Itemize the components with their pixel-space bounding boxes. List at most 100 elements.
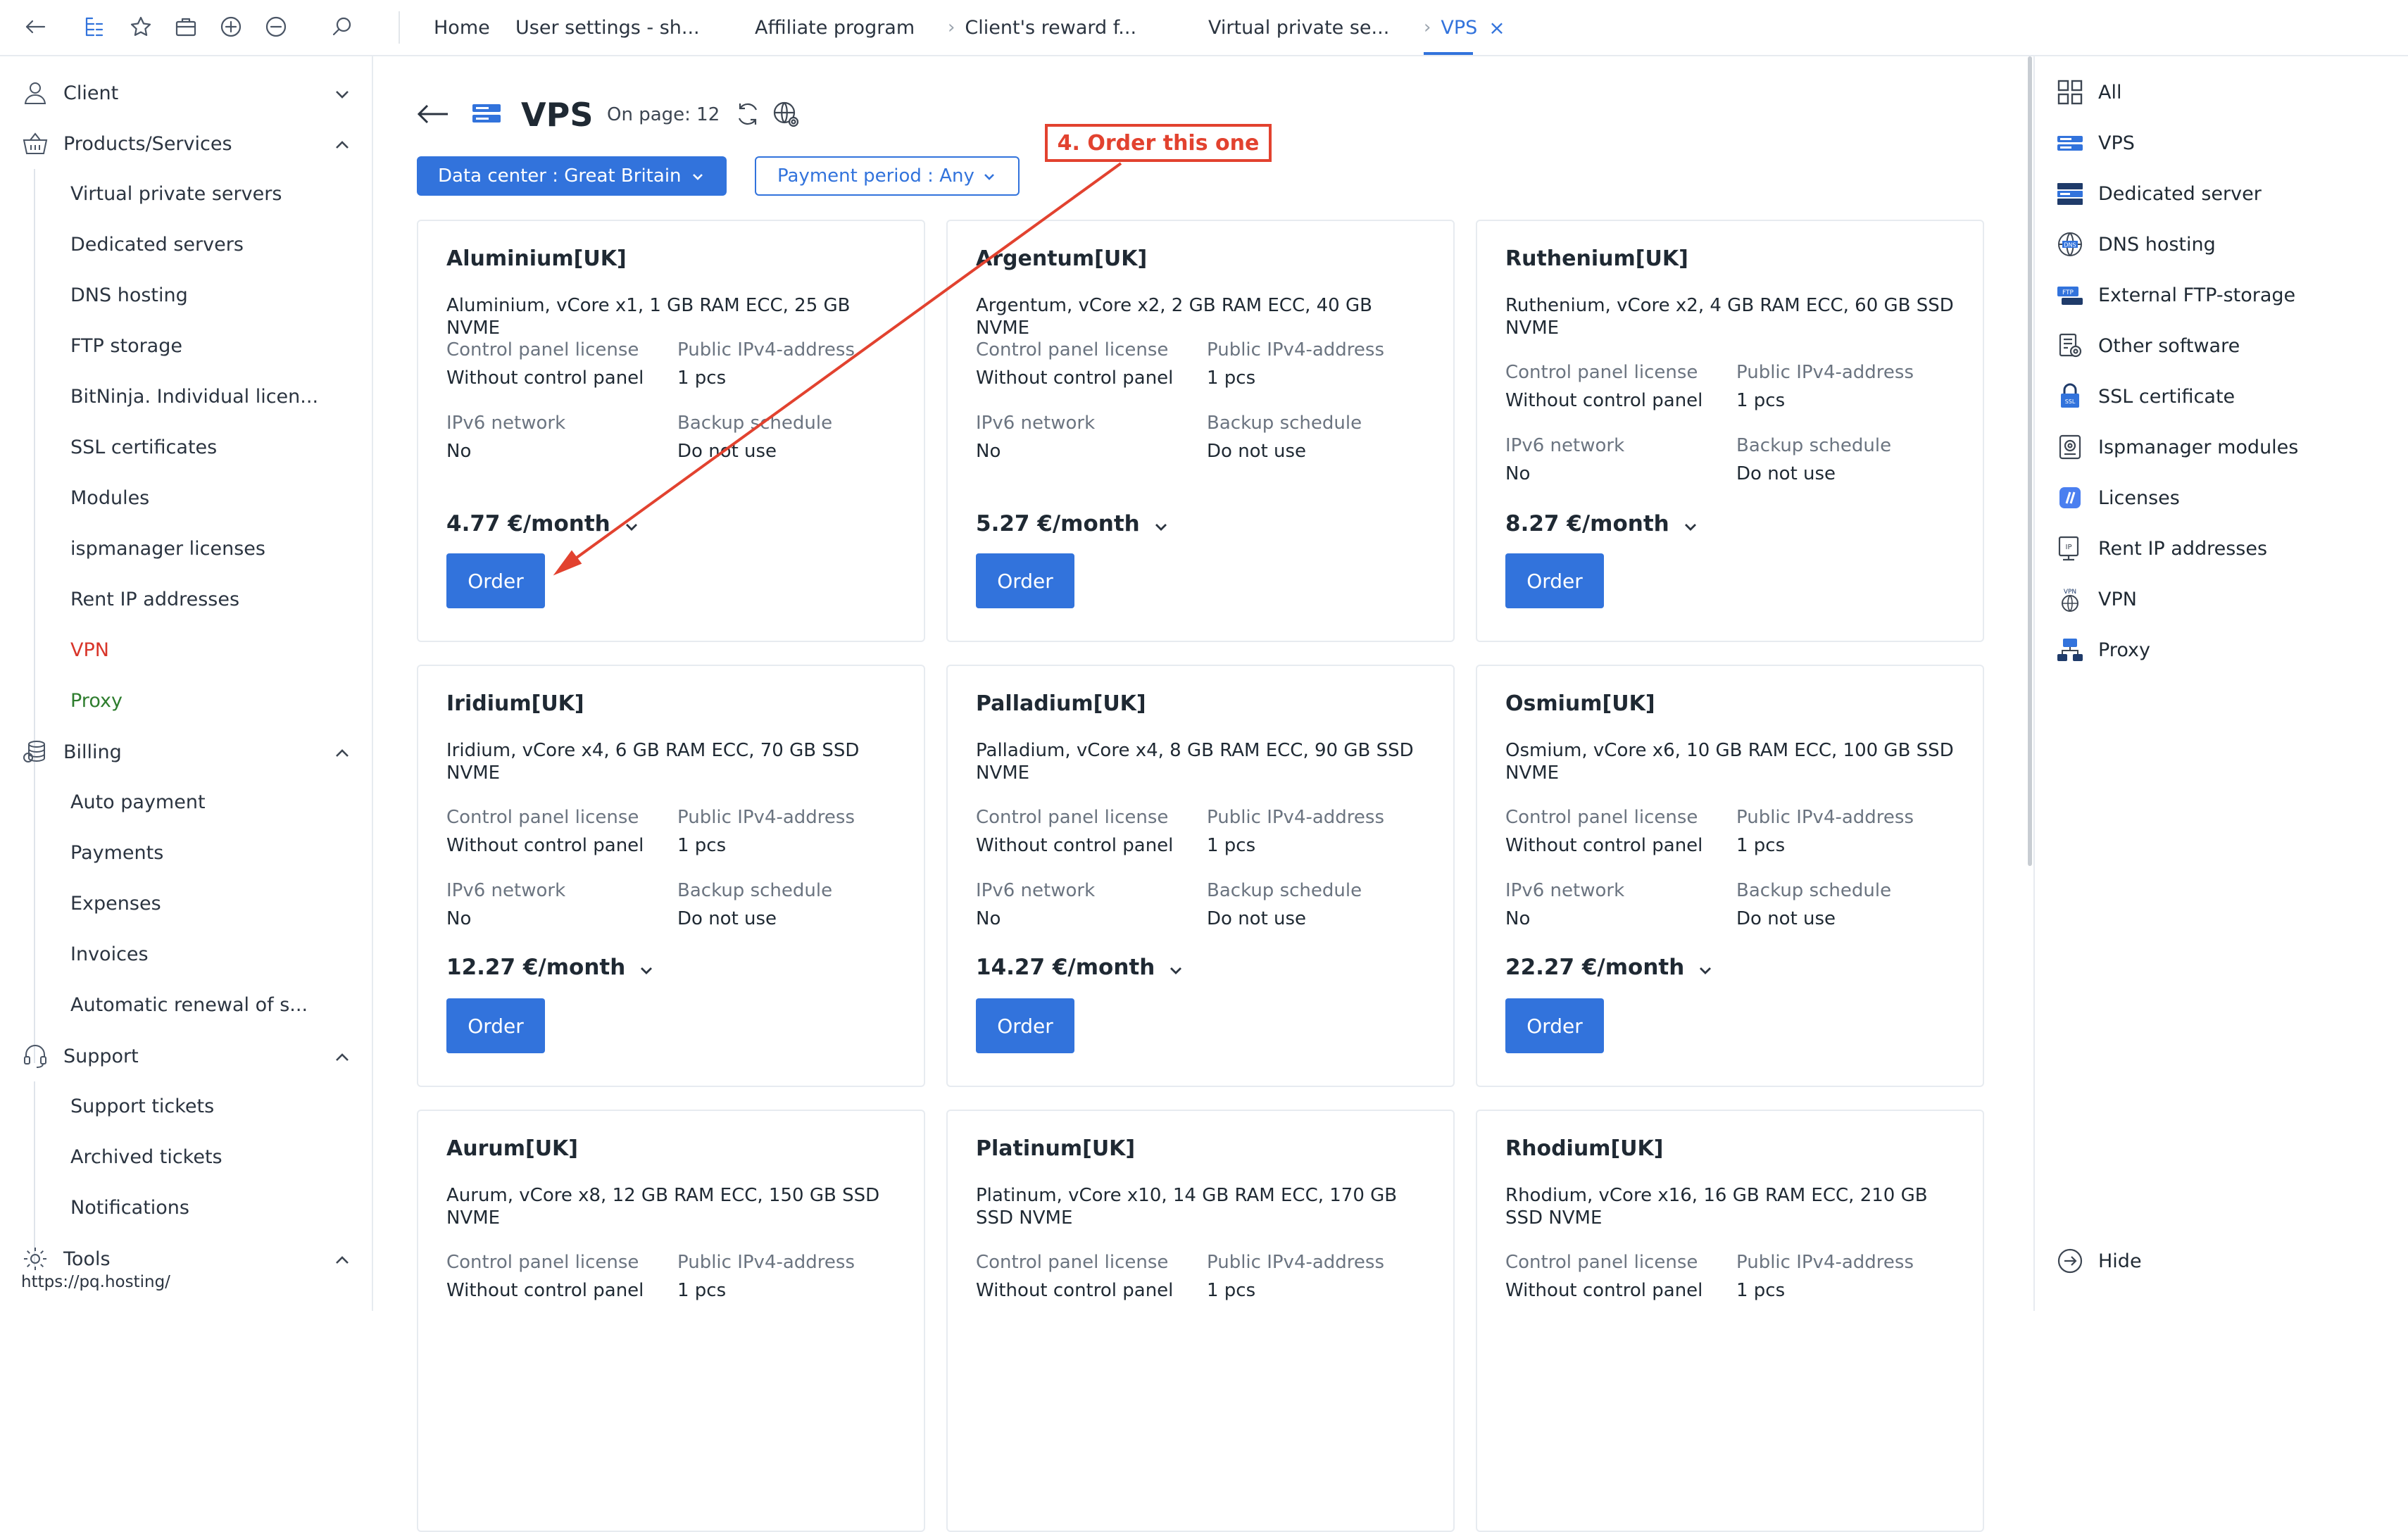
category-ssl-certificate[interactable]: SSL SSL certificate — [2056, 379, 2235, 414]
field-value: Do not use — [1736, 463, 1836, 484]
sidebar-item-ssl-certificates[interactable]: SSL certificates — [70, 429, 217, 465]
price-selector[interactable]: 14.27 €/month — [976, 955, 1184, 980]
tree-icon[interactable] — [77, 10, 111, 44]
field-label: IPv6 network — [976, 880, 1096, 901]
field-value: 1 pcs — [1207, 368, 1256, 389]
sidebar-item-expenses[interactable]: Expenses — [70, 886, 161, 921]
annotation-label: 4. Order this one — [1045, 124, 1272, 162]
tariff-description: Iridium, vCore x4, 6 GB RAM ECC, 70 GB S… — [446, 740, 860, 784]
chevron-down-icon[interactable] — [332, 84, 352, 104]
tab-clients-reward[interactable]: › Client's reward f... — [948, 0, 1136, 55]
chevron-up-icon[interactable] — [332, 1048, 352, 1067]
category-proxy[interactable]: Proxy — [2056, 632, 2150, 667]
tab-virtual-private-servers[interactable]: Virtual private se... — [1208, 0, 1389, 55]
active-tab-underline — [1424, 52, 1473, 55]
field-value: 1 pcs — [677, 368, 727, 389]
sidebar-item-invoices[interactable]: Invoices — [70, 936, 149, 972]
sidebar-item-rent-ip[interactable]: Rent IP addresses — [70, 582, 239, 617]
field-value: No — [1505, 463, 1531, 484]
field-label: Public IPv4-address — [677, 807, 855, 828]
briefcase-icon[interactable] — [169, 10, 203, 44]
category-dedicated-server[interactable]: Dedicated server — [2056, 176, 2262, 211]
tab-user-settings[interactable]: User settings - sh... — [515, 0, 700, 55]
page-title: VPS — [521, 96, 594, 134]
sidebar-section-billing[interactable]: Billing — [21, 732, 352, 772]
sidebar-item-proxy[interactable]: Proxy — [70, 683, 123, 718]
top-toolbar: Home User settings - sh... Affiliate pro… — [0, 0, 2408, 56]
field-label: Public IPv4-address — [1207, 1252, 1385, 1273]
headset-icon — [24, 1045, 46, 1068]
sidebar-section-support[interactable]: Support — [21, 1036, 352, 1076]
price-selector[interactable]: 22.27 €/month — [1505, 955, 1714, 980]
refresh-icon[interactable] — [734, 100, 762, 128]
tab-vps[interactable]: › VPS × — [1424, 0, 1505, 55]
remove-icon[interactable] — [259, 10, 293, 44]
scrollbar[interactable] — [2028, 56, 2032, 866]
tariff-description: Osmium, vCore x6, 10 GB RAM ECC, 100 GB … — [1505, 740, 1954, 784]
back-icon[interactable] — [18, 10, 52, 44]
back-arrow-icon[interactable] — [415, 101, 451, 127]
sidebar-item-modules[interactable]: Modules — [70, 480, 149, 515]
price-selector[interactable]: 12.27 €/month — [446, 955, 655, 980]
category-ispmanager-modules[interactable]: Ispmanager modules — [2056, 429, 2298, 465]
field-label: Control panel license — [976, 807, 1169, 828]
order-button[interactable]: Order — [1505, 553, 1604, 608]
tariff-card: Platinum[UK] Platinum, vCore x10, 14 GB … — [946, 1110, 1455, 1532]
sidebar-item-automatic-renewal[interactable]: Automatic renewal of s... — [70, 987, 308, 1022]
order-button[interactable]: Order — [1505, 998, 1604, 1053]
order-button[interactable]: Order — [446, 553, 545, 608]
category-rent-ip[interactable]: IP Rent IP addresses — [2056, 531, 2267, 566]
add-icon[interactable] — [214, 10, 248, 44]
price-selector[interactable]: 4.77 €/month — [446, 511, 640, 536]
sidebar-item-dedicated-servers[interactable]: Dedicated servers — [70, 227, 244, 262]
star-icon[interactable] — [124, 10, 158, 44]
sidebar-section-products[interactable]: Products/Services — [21, 124, 352, 163]
category-dns-hosting[interactable]: DNS DNS hosting — [2056, 227, 2216, 262]
price-selector[interactable]: 5.27 €/month — [976, 511, 1169, 536]
sidebar-item-bitninja[interactable]: BitNinja. Individual licen... — [70, 379, 318, 414]
sidebar-item-dns-hosting[interactable]: DNS hosting — [70, 277, 188, 313]
order-button[interactable]: Order — [446, 998, 545, 1053]
collapse-arrow-icon — [2056, 1247, 2084, 1275]
close-tab-icon[interactable]: × — [1488, 16, 1505, 39]
category-all[interactable]: All — [2056, 75, 2121, 110]
category-external-ftp[interactable]: FTP External FTP-storage — [2056, 277, 2295, 313]
sidebar-item-vpn[interactable]: VPN — [70, 632, 109, 667]
category-vps[interactable]: VPS — [2056, 125, 2135, 161]
sidebar-item-archived-tickets[interactable]: Archived tickets — [70, 1139, 222, 1174]
tab-home[interactable]: Home — [434, 0, 490, 55]
tab-affiliate-program[interactable]: Affiliate program — [755, 0, 915, 55]
chevron-up-icon[interactable] — [332, 743, 352, 763]
datacenter-filter[interactable]: Data center : Great Britain — [417, 156, 727, 196]
category-licenses[interactable]: Licenses — [2056, 480, 2180, 515]
basket-icon — [23, 132, 48, 154]
category-vpn[interactable]: VPN VPN — [2056, 582, 2137, 617]
sidebar-item-auto-payment[interactable]: Auto payment — [70, 784, 206, 820]
category-other-software[interactable]: Other software — [2056, 328, 2240, 363]
field-value: No — [976, 441, 1001, 462]
items-per-page[interactable]: On page: 12 — [607, 104, 720, 125]
hide-panel-button[interactable]: Hide — [2056, 1243, 2142, 1279]
main-content: VPS On page: 12 Data center : Great Brit… — [373, 56, 2028, 1532]
order-button[interactable]: Order — [976, 553, 1074, 608]
chevron-up-icon[interactable] — [332, 135, 352, 155]
order-button[interactable]: Order — [976, 998, 1074, 1053]
dns-icon: DNS — [2056, 230, 2084, 258]
sidebar-item-ispmanager-licenses[interactable]: ispmanager licenses — [70, 531, 265, 566]
sidebar-item-notifications[interactable]: Notifications — [70, 1190, 189, 1225]
price-selector[interactable]: 8.27 €/month — [1505, 511, 1699, 536]
field-label: Backup schedule — [1736, 880, 1892, 901]
payment-period-filter[interactable]: Payment period : Any — [755, 156, 1020, 196]
globe-settings-icon[interactable] — [772, 100, 800, 128]
sidebar-item-virtual-private-servers[interactable]: Virtual private servers — [70, 176, 282, 211]
sidebar-item-support-tickets[interactable]: Support tickets — [70, 1088, 214, 1124]
field-label: Public IPv4-address — [1736, 807, 1914, 828]
sidebar-section-client[interactable]: Client — [21, 73, 352, 113]
sidebar-item-payments[interactable]: Payments — [70, 835, 163, 870]
chevron-up-icon[interactable] — [332, 1250, 352, 1270]
tariff-name: Argentum[UK] — [976, 246, 1148, 271]
sidebar-item-ftp-storage[interactable]: FTP storage — [70, 328, 182, 363]
search-icon[interactable] — [325, 10, 359, 44]
server-icon — [2056, 180, 2084, 208]
tariff-description: Argentum, vCore x2, 2 GB RAM ECC, 40 GB … — [976, 295, 1372, 339]
